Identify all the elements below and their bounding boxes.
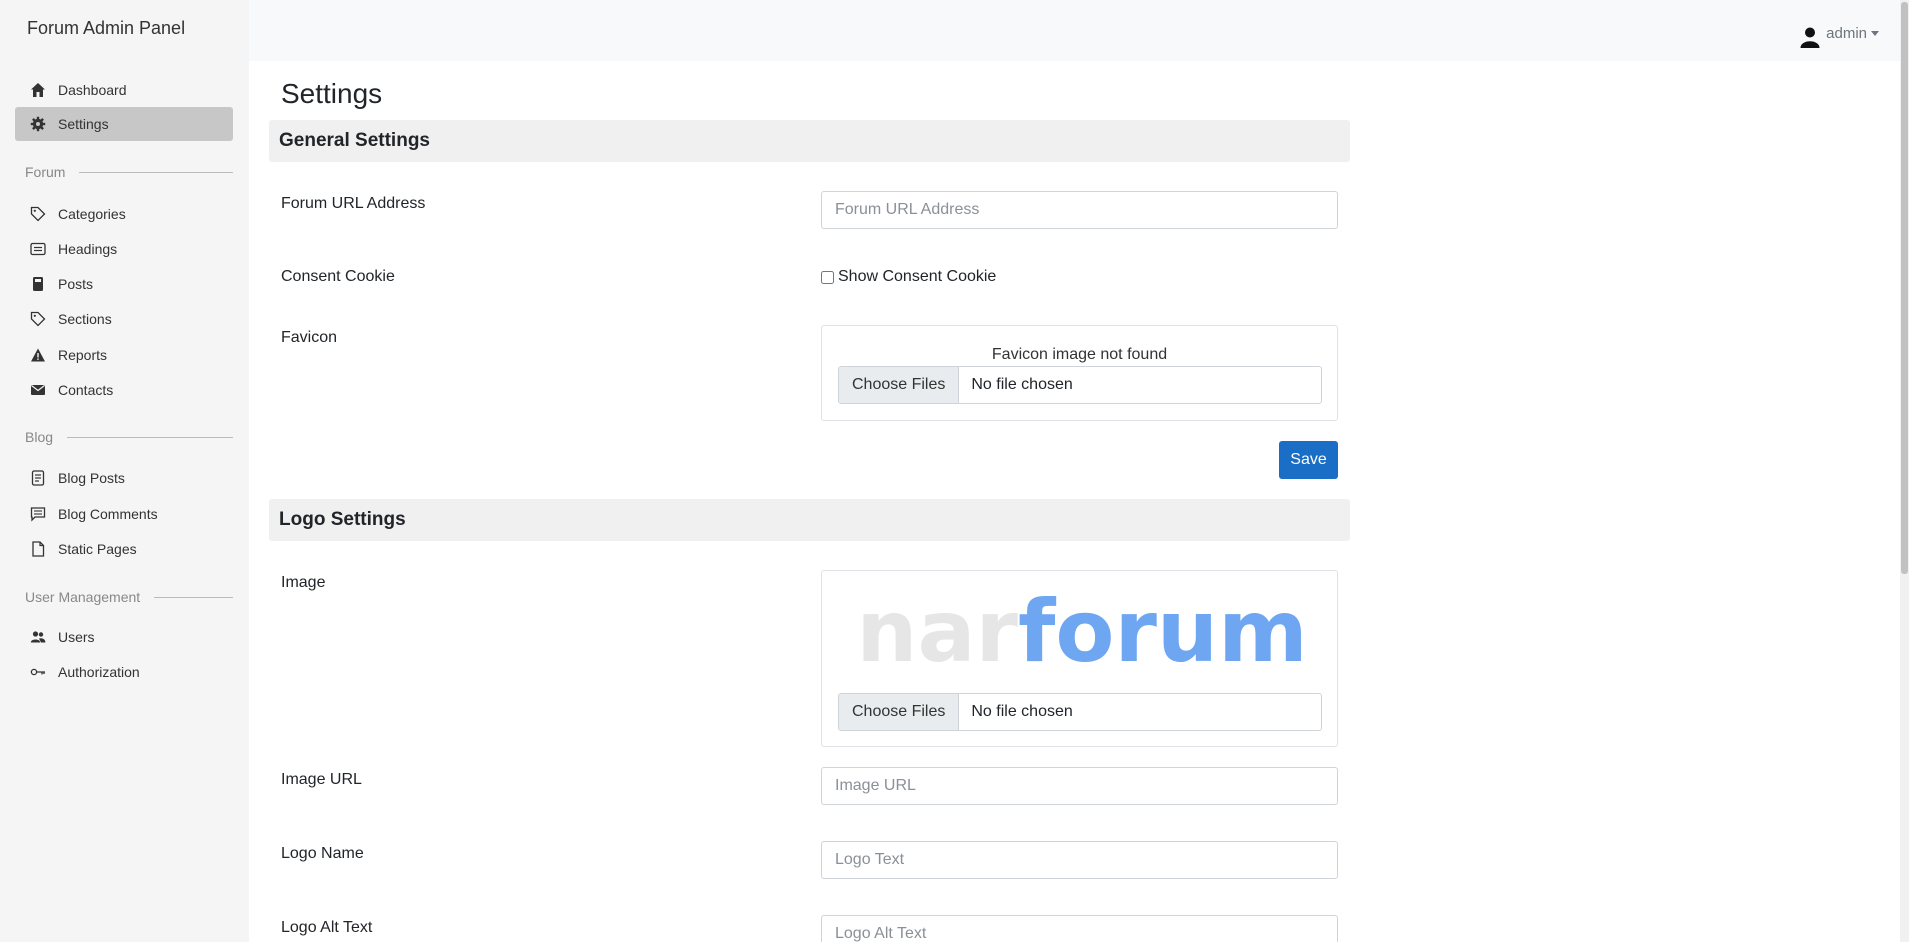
envelope-icon — [30, 382, 46, 398]
sidebar-item-label: Users — [58, 629, 95, 645]
scrollbar-thumb[interactable] — [1901, 2, 1908, 574]
consent-cookie-checkbox[interactable] — [821, 270, 834, 284]
page-icon — [30, 541, 46, 557]
sidebar-item-contacts[interactable]: Contacts — [15, 373, 233, 407]
sidebar-item-headings[interactable]: Headings — [15, 232, 233, 266]
sidebar-item-label: Dashboard — [58, 82, 127, 98]
card-icon — [30, 241, 46, 257]
user-menu[interactable]: admin — [1799, 18, 1879, 48]
nav-heading-label: User Management — [25, 589, 141, 605]
sidebar-item-posts[interactable]: Posts — [15, 267, 233, 301]
sidebar-item-label: Contacts — [58, 382, 114, 398]
page-title: Settings — [281, 78, 383, 109]
choose-files-button[interactable]: Choose Files — [839, 694, 960, 730]
sidebar-item-label: Sections — [58, 311, 112, 327]
logo-image-label: Image — [281, 574, 326, 591]
blog-post-icon — [30, 470, 46, 486]
nav-heading-forum: Forum — [25, 164, 233, 180]
logo-text-blue: forum — [1018, 582, 1302, 676]
logo-name-label: Logo Name — [281, 845, 364, 862]
sidebar-item-label: Authorization — [58, 664, 140, 680]
image-url-label: Image URL — [281, 771, 362, 788]
sidebar-item-blog-comments[interactable]: Blog Comments — [15, 497, 233, 531]
nav-heading-label: Forum — [25, 164, 66, 180]
save-button[interactable]: Save — [1279, 441, 1338, 479]
forum-url-input[interactable] — [821, 191, 1338, 229]
user-avatar-icon — [1799, 26, 1821, 48]
nav-heading-label: Blog — [25, 429, 54, 445]
sidebar-item-reports[interactable]: Reports — [15, 338, 233, 372]
sidebar-item-label: Posts — [58, 276, 94, 292]
sidebar-item-static-pages[interactable]: Static Pages — [15, 532, 233, 566]
consent-cookie-option[interactable]: Show Consent Cookie — [821, 268, 996, 286]
tag-icon — [30, 206, 46, 222]
brand-title[interactable]: Forum Admin Panel — [27, 18, 185, 39]
key-icon — [30, 664, 46, 680]
favicon-label: Favicon — [281, 329, 338, 346]
favicon-message: Favicon image not found — [991, 346, 1168, 363]
image-url-input[interactable] — [821, 767, 1338, 805]
comment-icon — [30, 506, 46, 522]
gear-icon — [30, 116, 46, 132]
nav-heading-user-management: User Management — [25, 589, 233, 605]
sidebar-item-label: Headings — [58, 241, 118, 257]
svg-text:narforum: narforum — [862, 582, 1302, 676]
consent-cookie-label: Consent Cookie — [281, 268, 395, 285]
general-settings-header: General Settings — [269, 120, 1350, 162]
top-bar: admin — [249, 0, 1909, 61]
sidebar: Forum Admin Panel Dashboard Settings For… — [0, 0, 249, 942]
sidebar-item-users[interactable]: Users — [15, 620, 233, 654]
choose-files-button[interactable]: Choose Files — [839, 367, 960, 403]
sidebar-item-settings[interactable]: Settings — [15, 107, 233, 141]
favicon-file-input[interactable]: Choose Files No file chosen — [838, 366, 1322, 404]
logo-text-gray: nar — [862, 582, 1019, 676]
file-name-text: No file chosen — [971, 703, 1073, 720]
sidebar-item-label: Settings — [58, 116, 109, 132]
logo-file-input[interactable]: Choose Files No file chosen — [838, 693, 1322, 731]
sidebar-item-label: Blog Comments — [58, 506, 158, 522]
forum-url-label: Forum URL Address — [281, 195, 426, 212]
nav-heading-blog: Blog — [25, 429, 233, 445]
sidebar-item-blog-posts[interactable]: Blog Posts — [15, 461, 233, 495]
tag-icon — [30, 311, 46, 327]
logo-image-panel: narforum Choose Files No file chosen — [821, 570, 1338, 747]
home-icon — [30, 82, 46, 98]
consent-cookie-checkbox-label: Show Consent Cookie — [838, 268, 997, 285]
sidebar-item-label: Static Pages — [58, 541, 137, 557]
sidebar-item-label: Blog Posts — [58, 470, 125, 486]
sidebar-item-sections[interactable]: Sections — [15, 302, 233, 336]
page-scrollbar[interactable] — [1900, 0, 1909, 942]
warning-icon — [30, 347, 46, 363]
logo-alt-text-input[interactable] — [821, 915, 1338, 942]
logo-settings-header: Logo Settings — [269, 499, 1350, 541]
favicon-panel: Favicon image not found Choose Files No … — [821, 325, 1338, 421]
chevron-down-icon — [1871, 30, 1879, 36]
logo-name-input[interactable] — [821, 841, 1338, 879]
logo-image: narforum — [862, 582, 1302, 676]
sidebar-item-authorization[interactable]: Authorization — [15, 655, 233, 689]
file-icon — [30, 276, 46, 292]
users-icon — [30, 629, 46, 645]
sidebar-item-label: Reports — [58, 347, 108, 363]
sidebar-item-categories[interactable]: Categories — [15, 197, 233, 231]
sidebar-item-label: Categories — [58, 206, 126, 222]
logo-alt-text-label: Logo Alt Text — [281, 919, 373, 936]
user-name: admin — [1826, 24, 1867, 42]
sidebar-item-dashboard[interactable]: Dashboard — [15, 73, 233, 107]
file-name-text: No file chosen — [971, 376, 1073, 393]
